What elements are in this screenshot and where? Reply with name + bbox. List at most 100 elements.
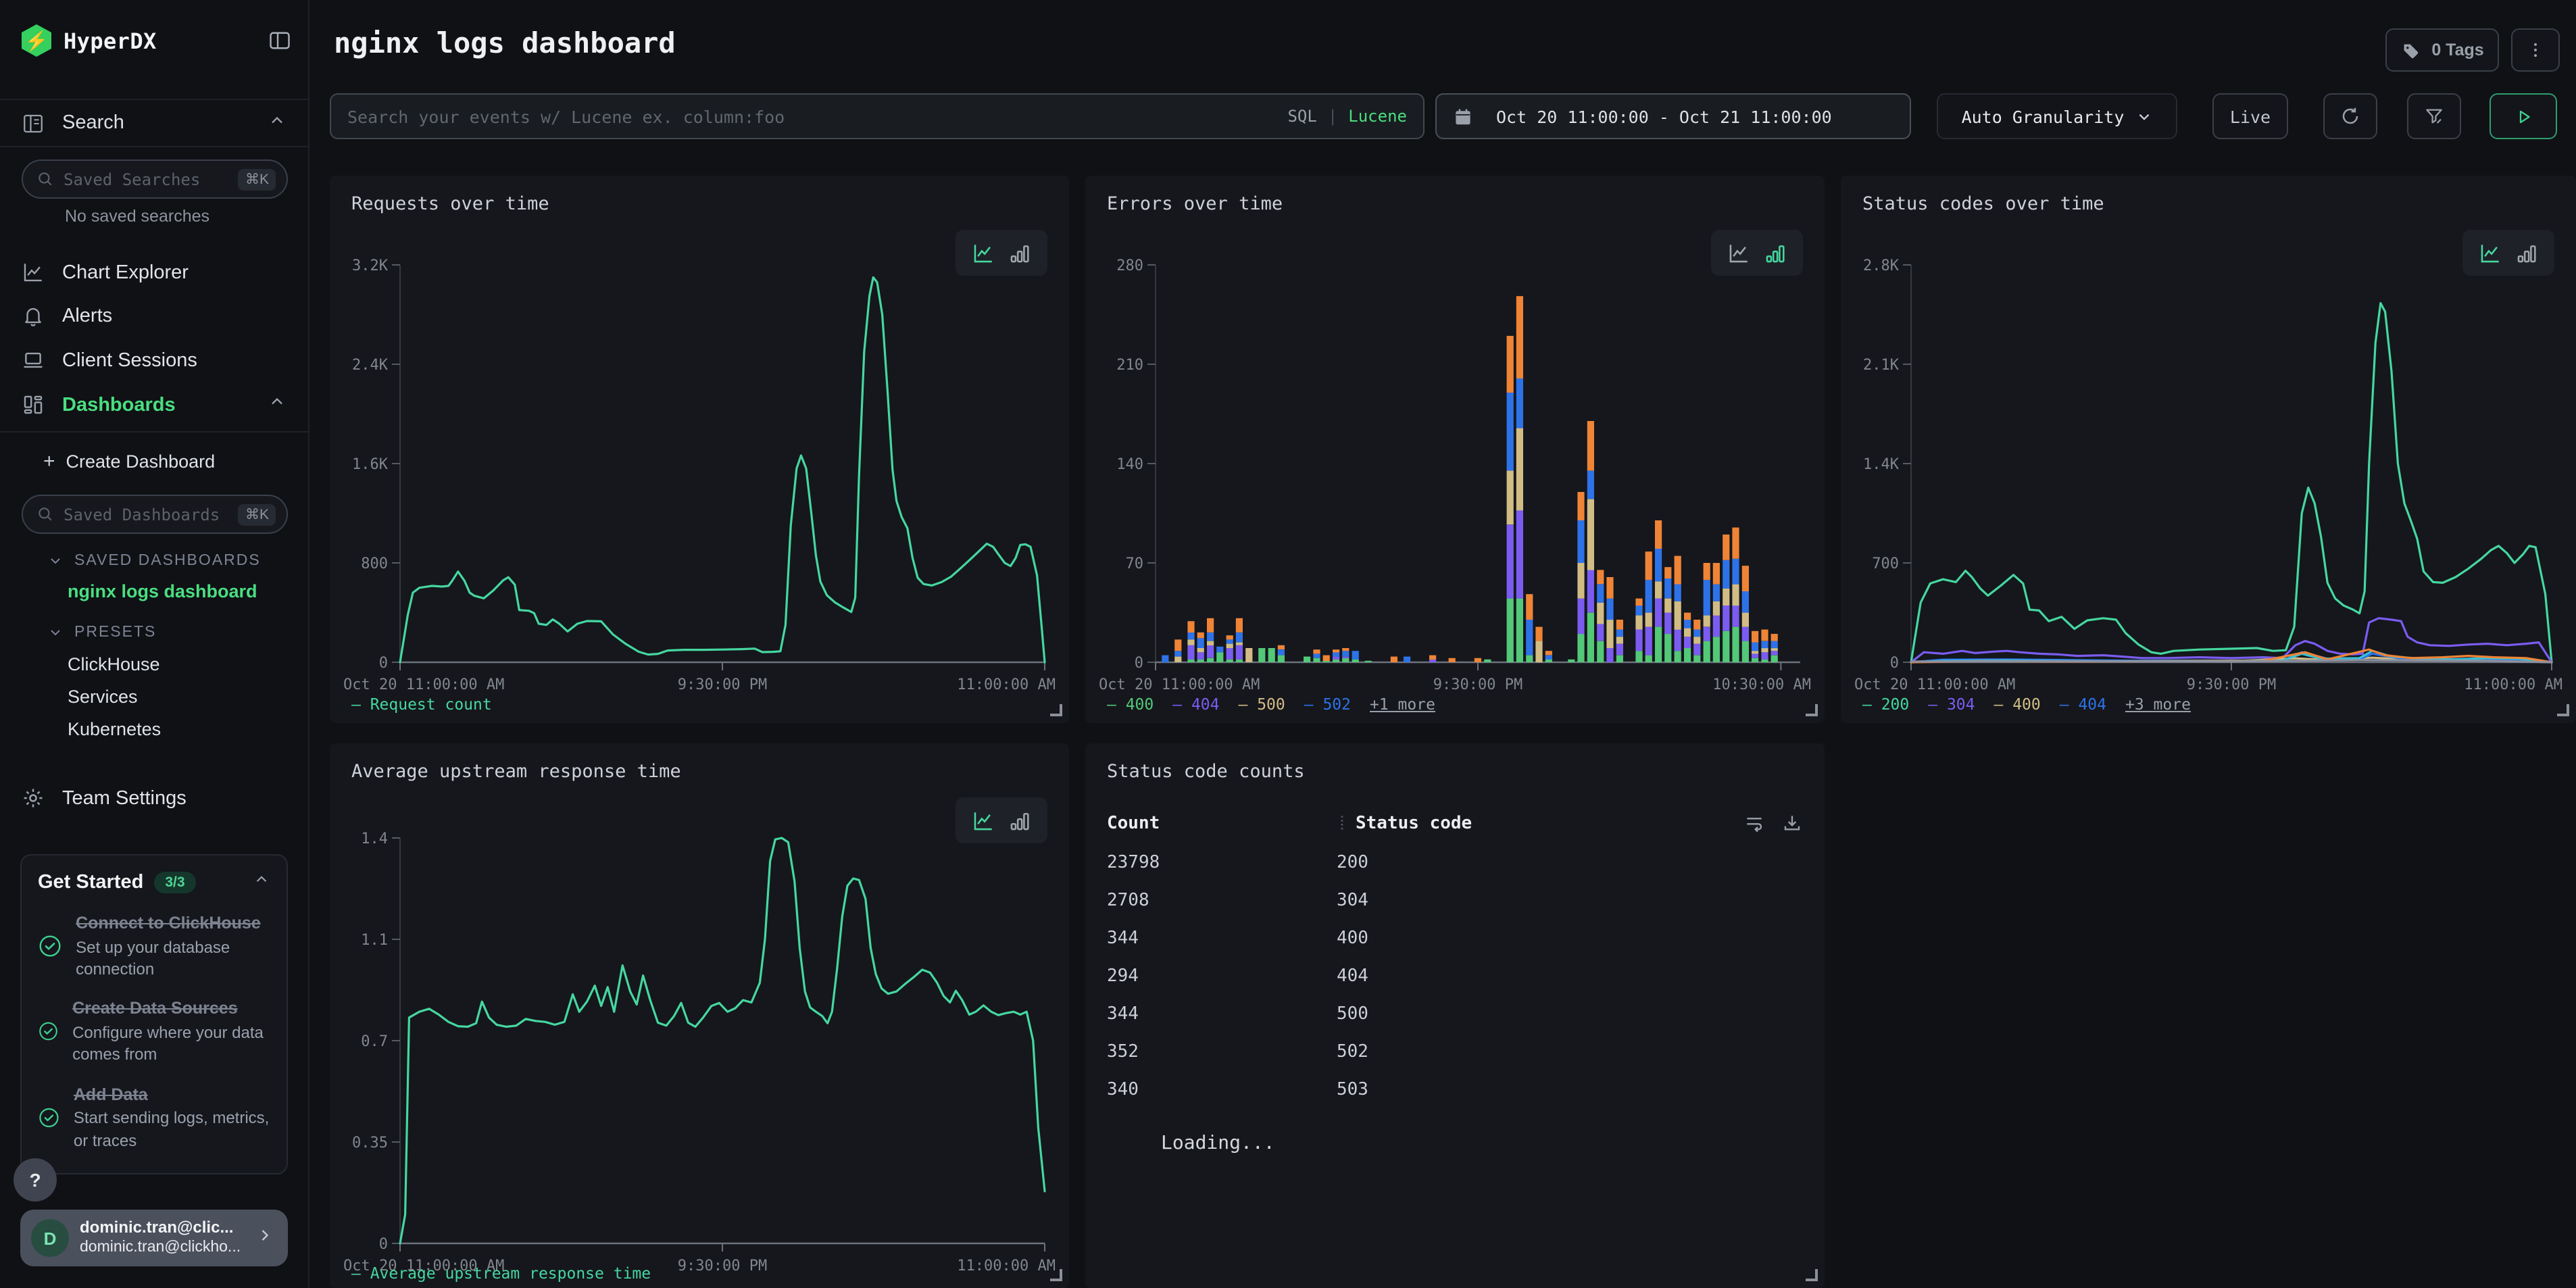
download-icon[interactable] [1781,812,1803,834]
refresh-button[interactable] [2323,93,2377,139]
requests-chart[interactable]: 08001.6K2.4K3.2KOct 20 11:00:00 AM9:30:0… [341,251,1058,708]
panel-status-code-counts: Status code counts Count Status code 237… [1085,743,1825,1288]
svg-text:3.2K: 3.2K [352,257,389,274]
search-section-icon [22,112,45,134]
sidebar-item-label: Client Sessions [62,349,197,371]
table-header-status-code[interactable]: Status code [1337,813,1472,833]
svg-text:0: 0 [379,655,388,672]
errors-chart[interactable]: 070140210280Oct 20 11:00:00 AM9:30:00 PM… [1096,251,1814,708]
sidebar-item-chart-explorer[interactable]: Chart Explorer [0,250,308,295]
sidebar-item-team-settings[interactable]: Team Settings [0,776,308,820]
chevron-up-icon[interactable] [253,870,270,895]
legend-item[interactable]: — 304 [1928,695,1975,714]
column-drag-handle-icon[interactable] [1337,814,1347,833]
sidebar-item-search[interactable]: Search [0,99,308,147]
avg-upstream-chart[interactable]: 00.350.71.11.4Oct 20 11:00:00 AM9:30:00 … [341,824,1058,1288]
create-dashboard-button[interactable]: + Create Dashboard [43,446,215,476]
svg-text:9:30:00 PM: 9:30:00 PM [2187,676,2276,693]
mode-divider: | [1328,107,1337,126]
refresh-icon [2339,105,2361,127]
chart-explorer-icon [22,261,45,284]
sidebar-item-nginx-logs-dashboard[interactable]: nginx logs dashboard [68,581,257,601]
panel-menu-button[interactable] [2511,28,2560,72]
resize-handle[interactable] [2557,704,2569,716]
legend-item[interactable]: — 200 [1862,695,1909,714]
shortcut-badge: ⌘K [239,168,276,190]
legend-item[interactable]: — 500 [1239,695,1285,714]
svg-text:1.1: 1.1 [361,932,388,949]
svg-text:700: 700 [1872,555,1899,572]
sidebar-item-label: Team Settings [62,787,187,809]
svg-text:0: 0 [379,1236,388,1253]
sidebar-item-client-sessions[interactable]: Client Sessions [0,338,308,382]
kebab-menu-icon [2526,39,2545,61]
resize-handle[interactable] [1806,704,1818,716]
sidebar-item-alerts[interactable]: Alerts [0,293,308,338]
live-button[interactable]: Live [2212,93,2288,139]
saved-dashboards-placeholder: Saved Dashboards [64,505,220,524]
table-row: 2708304 [1107,881,1803,919]
chevron-down-icon [47,624,64,641]
tags-label: 0 Tags [2431,41,2483,59]
get-started-item[interactable]: Connect to ClickHouseSet up your databas… [38,912,270,981]
tags-button[interactable]: 0 Tags [2385,28,2499,72]
event-search-input[interactable]: Search your events w/ Lucene ex. column:… [330,93,1425,139]
shortcut-badge: ⌘K [239,503,276,525]
granularity-select[interactable]: Auto Granularity [1937,93,2177,139]
resize-handle[interactable] [1806,1269,1818,1281]
legend-item[interactable]: — 400 [1107,695,1154,714]
run-query-button[interactable] [2490,93,2557,139]
svg-text:2.8K: 2.8K [1863,257,1900,274]
svg-text:1.6K: 1.6K [352,456,389,473]
resize-handle[interactable] [1050,704,1062,716]
sidebar-item-preset[interactable]: Kubernetes [68,719,161,739]
svg-text:9:30:00 PM: 9:30:00 PM [678,1258,767,1274]
legend-more-link[interactable]: +1 more [1370,695,1435,714]
sidebar-item-label: Search [62,112,124,134]
collapse-sidebar-icon[interactable] [268,28,292,53]
check-circle-icon [38,931,62,961]
filter-button[interactable] [2407,93,2461,139]
lucene-mode-toggle[interactable]: Lucene [1348,107,1407,126]
legend-item[interactable]: — 404 [2060,695,2106,714]
panel-requests-over-time: Requests over time 08001.6K2.4K3.2KOct 2… [330,176,1069,723]
legend-item[interactable]: — Average upstream response time [351,1264,651,1283]
dashboards-icon [22,393,45,416]
svg-text:70: 70 [1126,555,1144,572]
chart-legend: — 200 — 304 — 400 — 404 +3 more [1862,695,2191,714]
legend-more-link[interactable]: +3 more [2125,695,2191,714]
table-header-count[interactable]: Count [1107,813,1160,833]
sql-mode-toggle[interactable]: SQL [1287,107,1316,126]
text-wrap-icon[interactable] [1743,812,1765,834]
sidebar-item-dashboards[interactable]: Dashboards [0,382,308,427]
svg-text:280: 280 [1116,257,1143,274]
table-row: 23798200 [1107,843,1803,881]
get-started-item-title: Create Data Sources [72,998,270,1021]
user-menu[interactable]: D dominic.tran@clic... dominic.tran@clic… [20,1210,288,1266]
help-button[interactable]: ? [14,1158,57,1202]
svg-text:Oct 20 11:00:00 AM: Oct 20 11:00:00 AM [343,676,504,693]
legend-item[interactable]: — Request count [351,695,492,714]
get-started-item[interactable]: Create Data SourcesConfigure where your … [38,998,270,1066]
sidebar-item-preset[interactable]: ClickHouse [68,654,160,674]
date-range-picker[interactable]: Oct 20 11:00:00 - Oct 21 11:00:00 [1435,93,1911,139]
table-row: 344400 [1107,919,1803,957]
svg-text:2.4K: 2.4K [352,357,389,374]
legend-item[interactable]: — 502 [1304,695,1351,714]
svg-text:11:00:00 AM: 11:00:00 AM [957,1258,1056,1274]
sidebar-item-preset[interactable]: Services [68,687,138,707]
user-name: dominic.tran@clic... [80,1218,241,1239]
saved-searches-input[interactable]: Saved Searches ⌘K [22,159,288,199]
saved-dashboards-header[interactable]: SAVED DASHBOARDS [47,549,261,573]
resize-handle[interactable] [1050,1269,1062,1281]
sidebar-item-label: Alerts [62,305,112,326]
legend-item[interactable]: — 404 [1172,695,1219,714]
saved-dashboards-input[interactable]: Saved Dashboards ⌘K [22,495,288,534]
search-icon [36,505,54,523]
presets-header[interactable]: PRESETS [47,620,156,645]
table-row: 294404 [1107,957,1803,995]
divider [0,431,308,432]
legend-item[interactable]: — 400 [1994,695,2041,714]
get-started-item[interactable]: Add DataStart sending logs, metrics, or … [38,1083,270,1151]
status-codes-chart[interactable]: 07001.4K2.1K2.8KOct 20 11:00:00 AM9:30:0… [1852,251,2565,708]
